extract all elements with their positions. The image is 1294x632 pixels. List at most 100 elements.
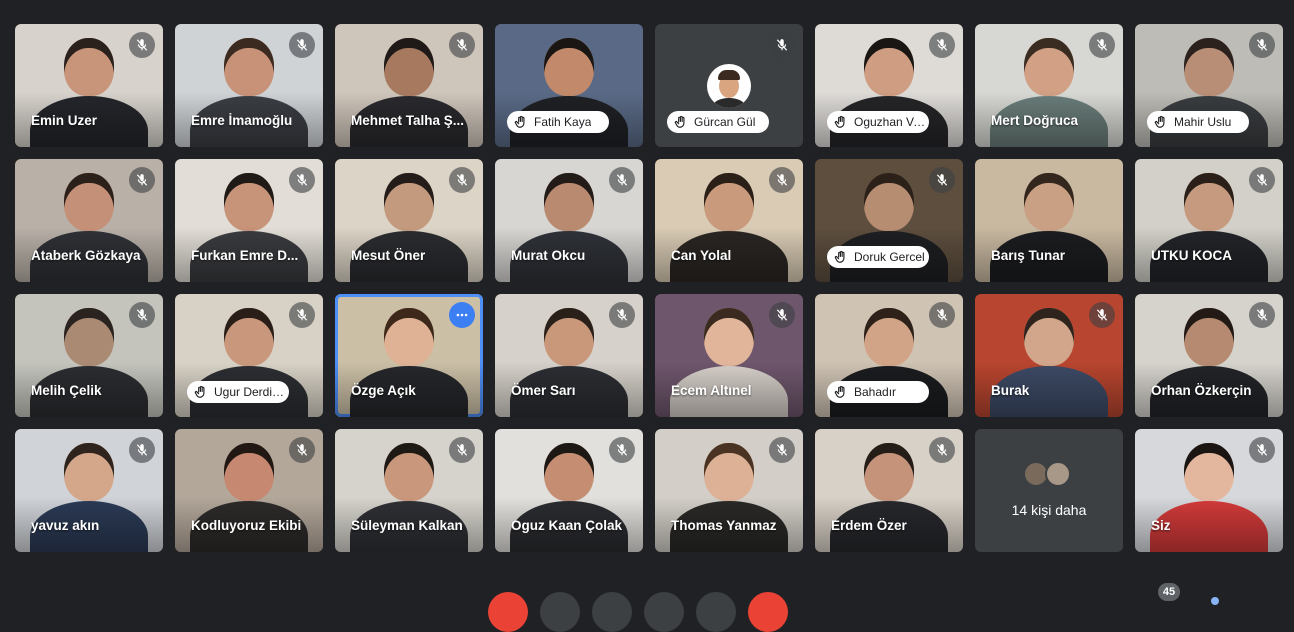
participant-tile[interactable]: Mert Doğruca: [975, 24, 1123, 147]
activity-dot: [1211, 597, 1219, 605]
mic-off-icon: [289, 302, 315, 328]
mic-off-icon: [769, 437, 795, 463]
participant-name: Mahir Uslu: [1174, 115, 1232, 129]
participant-tile[interactable]: Siz: [1135, 429, 1283, 552]
participant-tile[interactable]: Mahir Uslu: [1135, 24, 1283, 147]
participant-tile[interactable]: Barış Tunar: [975, 159, 1123, 282]
participant-tile[interactable]: Ataberk Gözkaya: [15, 159, 163, 282]
mic-off-icon: [129, 437, 155, 463]
participant-tile[interactable]: Thomas Yanmaz: [655, 429, 803, 552]
participant-name: Burak: [991, 383, 1030, 398]
mic-off-icon: [449, 167, 475, 193]
mic-off-icon: [1249, 302, 1275, 328]
raised-hand-chip: Mahir Uslu: [1147, 111, 1249, 133]
participant-name: Siz: [1151, 518, 1171, 533]
participant-tile[interactable]: Melih Çelik: [15, 294, 163, 417]
participant-tile[interactable]: Murat Okcu: [495, 159, 643, 282]
participant-name: Mehmet Talha Ş...: [351, 113, 465, 128]
participant-tile[interactable]: Mehmet Talha Ş...: [335, 24, 483, 147]
participant-tile[interactable]: Ecem Altınel: [655, 294, 803, 417]
mini-avatar-group: [1023, 461, 1071, 487]
participant-name: Özge Açık: [351, 383, 416, 398]
participant-name: Mert Doğruca: [991, 113, 1079, 128]
participant-tile[interactable]: Orhan Özkerçin: [1135, 294, 1283, 417]
participant-name: Oguzhan Va...: [854, 115, 929, 129]
participant-name: Fatih Kaya: [534, 115, 592, 129]
participant-name: Erdem Özer: [831, 518, 907, 533]
mic-button[interactable]: [540, 592, 580, 632]
mic-off-icon: [289, 437, 315, 463]
participant-tile[interactable]: Burak: [975, 294, 1123, 417]
participant-name: Furkan Emre D...: [191, 248, 299, 263]
raised-hand-icon: [834, 115, 848, 129]
participant-name: Süleyman Kalkan: [351, 518, 463, 533]
participant-tile[interactable]: Bahadır: [815, 294, 963, 417]
raised-hand-chip: Fatih Kaya: [507, 111, 609, 133]
mic-off-icon: [609, 167, 635, 193]
camera-button[interactable]: [592, 592, 632, 632]
participant-name: Ugur Derdim...: [214, 385, 289, 399]
participant-tile[interactable]: Ömer Sarı: [495, 294, 643, 417]
raised-hand-chip: Ugur Derdim...: [187, 381, 289, 403]
participant-name: Ömer Sarı: [511, 383, 576, 398]
mic-off-icon: [289, 167, 315, 193]
mic-off-icon: [1089, 302, 1115, 328]
participant-tile[interactable]: Gürcan Gül: [655, 24, 803, 147]
participant-name: Bahadır: [854, 385, 897, 399]
participant-video: [975, 159, 1123, 282]
participant-tile[interactable]: Emre İmamoğlu: [175, 24, 323, 147]
participant-tile[interactable]: Fatih Kaya: [495, 24, 643, 147]
participant-tile[interactable]: Özge Açık: [335, 294, 483, 417]
participants-count-badge: 45: [1158, 583, 1180, 601]
mic-off-icon: [609, 302, 635, 328]
participant-name: Ataberk Gözkaya: [31, 248, 141, 263]
participant-tile[interactable]: Oguz Kaan Çolak: [495, 429, 643, 552]
mic-off-icon: [769, 167, 795, 193]
participant-tile[interactable]: Ugur Derdim...: [175, 294, 323, 417]
more-options-icon[interactable]: [449, 302, 475, 328]
participant-tile[interactable]: Süleyman Kalkan: [335, 429, 483, 552]
participant-tile[interactable]: Erdem Özer: [815, 429, 963, 552]
more-participants-label: 14 kişi daha: [1011, 502, 1087, 518]
participant-name: Gürcan Gül: [694, 115, 756, 129]
mic-off-icon: [129, 32, 155, 58]
participant-name: Murat Okcu: [511, 248, 586, 263]
participant-name: Can Yolal: [671, 248, 732, 263]
participant-tile[interactable]: Emin Uzer: [15, 24, 163, 147]
mic-off-icon: [1249, 437, 1275, 463]
mic-off-icon: [129, 302, 155, 328]
raised-hand-icon: [674, 115, 688, 129]
participant-name: Emin Uzer: [31, 113, 98, 128]
mic-off-icon: [929, 302, 955, 328]
mic-off-icon: [929, 32, 955, 58]
participant-name: Emre İmamoğlu: [191, 113, 293, 128]
raised-hand-chip: Doruk Gercel: [827, 246, 929, 268]
present-button[interactable]: [696, 592, 736, 632]
participant-name: yavuz akın: [31, 518, 100, 533]
more-participants-tile[interactable]: 14 kişi daha: [975, 429, 1123, 552]
participant-name: Oguz Kaan Çolak: [511, 518, 623, 533]
participant-tile[interactable]: Mesut Öner: [335, 159, 483, 282]
participant-tile[interactable]: Doruk Gercel: [815, 159, 963, 282]
participant-tile[interactable]: Oguzhan Va...: [815, 24, 963, 147]
participant-name: Doruk Gercel: [854, 250, 925, 264]
mic-off-icon: [449, 437, 475, 463]
avatar: [707, 64, 751, 108]
mic-off-icon: [1249, 167, 1275, 193]
participant-tile[interactable]: Kodluyoruz Ekibi: [175, 429, 323, 552]
participant-tile[interactable]: UTKU KOCA: [1135, 159, 1283, 282]
participant-tile[interactable]: Can Yolal: [655, 159, 803, 282]
mic-off-icon: [929, 437, 955, 463]
participant-name: UTKU KOCA: [1151, 248, 1232, 263]
end-call-button[interactable]: [748, 592, 788, 632]
participant-tile[interactable]: Furkan Emre D...: [175, 159, 323, 282]
raised-hand-icon: [834, 250, 848, 264]
raised-hand-icon: [194, 385, 208, 399]
participant-tile[interactable]: yavuz akın: [15, 429, 163, 552]
participant-name: Orhan Özkerçin: [1151, 383, 1252, 398]
mic-off-icon: [769, 32, 795, 58]
leave-call-button[interactable]: [488, 592, 528, 632]
raised-hand-chip: Bahadır: [827, 381, 929, 403]
raise-hand-button[interactable]: [644, 592, 684, 632]
participant-name: Ecem Altınel: [671, 383, 752, 398]
